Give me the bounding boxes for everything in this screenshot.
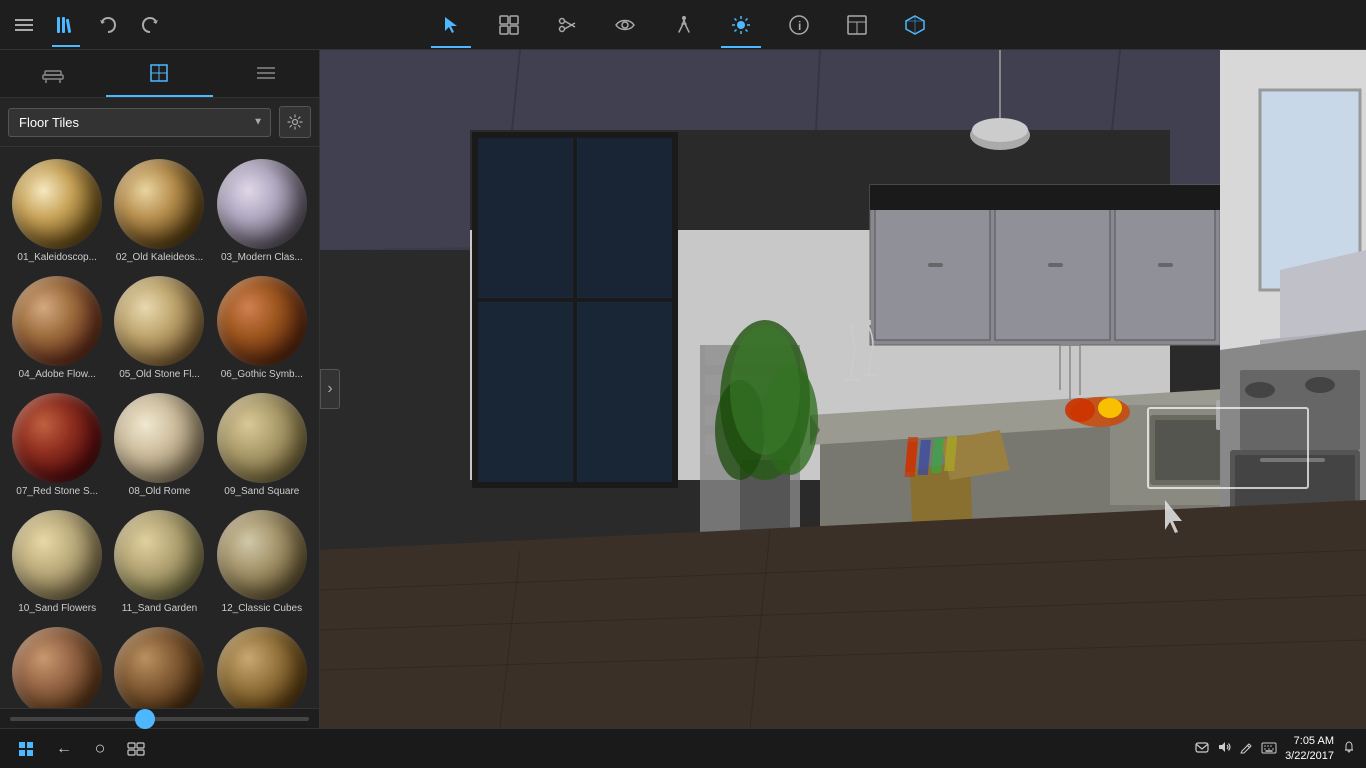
material-label-9: 09_Sand Square xyxy=(224,486,299,498)
material-item-4[interactable]: 04_Adobe Flow... xyxy=(8,272,106,385)
material-item-5[interactable]: 05_Old Stone Fl... xyxy=(110,272,208,385)
material-item-2[interactable]: 02_Old Kaleideos... xyxy=(110,155,208,268)
category-dropdown[interactable]: Floor Tiles xyxy=(8,108,271,137)
volume-icon[interactable] xyxy=(1217,740,1231,757)
material-label-11: 11_Sand Garden xyxy=(122,603,197,615)
material-sphere-7 xyxy=(12,393,102,483)
material-item-6[interactable]: 06_Gothic Symb... xyxy=(213,272,311,385)
material-item-8[interactable]: 08_Old Rome xyxy=(110,389,208,502)
hamburger-menu-icon[interactable] xyxy=(10,11,38,39)
material-sphere-13 xyxy=(12,627,102,708)
search-button[interactable]: ○ xyxy=(86,735,114,763)
main-layout: Floor Tiles 01_Kaleidoscop... 02_Old Kal… xyxy=(0,50,1366,728)
material-sphere-10 xyxy=(12,510,102,600)
pen-icon[interactable] xyxy=(1239,740,1253,757)
viewport[interactable]: › xyxy=(320,50,1366,728)
tab-materials[interactable] xyxy=(106,50,212,97)
undo-icon[interactable] xyxy=(94,11,122,39)
scissors-tool-icon[interactable] xyxy=(552,10,582,40)
notification-icon[interactable] xyxy=(1195,740,1209,757)
material-sphere-1 xyxy=(12,159,102,249)
eye-tool-icon[interactable] xyxy=(610,10,640,40)
material-sphere-8 xyxy=(114,393,204,483)
material-item-7[interactable]: 07_Red Stone S... xyxy=(8,389,106,502)
material-label-8: 08_Old Rome xyxy=(129,486,191,498)
clock-time: 7:05 AM xyxy=(1294,734,1334,748)
kitchen-scene-svg xyxy=(320,50,1366,728)
material-label-12: 12_Classic Cubes xyxy=(222,603,303,615)
material-item-12[interactable]: 12_Classic Cubes xyxy=(213,506,311,619)
material-sphere-4 xyxy=(12,276,102,366)
material-item-11[interactable]: 11_Sand Garden xyxy=(110,506,208,619)
keyboard-icon[interactable] xyxy=(1261,741,1277,757)
material-sphere-5 xyxy=(114,276,204,366)
material-item-13[interactable]: 13_Classic Ashlar xyxy=(8,623,106,708)
sidebar: Floor Tiles 01_Kaleidoscop... 02_Old Kal… xyxy=(0,50,320,728)
material-item-1[interactable]: 01_Kaleidoscop... xyxy=(8,155,106,268)
material-label-7: 07_Red Stone S... xyxy=(16,486,98,498)
top-toolbar: i xyxy=(0,0,1366,50)
settings-icon-button[interactable] xyxy=(279,106,311,138)
category-bar: Floor Tiles xyxy=(0,98,319,147)
material-item-10[interactable]: 10_Sand Flowers xyxy=(8,506,106,619)
left-toolbar-icons xyxy=(10,11,164,39)
cube3d-tool-icon[interactable] xyxy=(900,10,930,40)
info-tool-icon[interactable]: i xyxy=(784,10,814,40)
library-icon[interactable] xyxy=(52,11,80,39)
svg-text:i: i xyxy=(798,19,801,33)
category-dropdown-wrapper: Floor Tiles xyxy=(8,108,271,137)
expand-icon: › xyxy=(327,380,332,398)
material-sphere-12 xyxy=(217,510,307,600)
material-label-3: 03_Modern Clas... xyxy=(221,252,303,264)
material-label-10: 10_Sand Flowers xyxy=(18,603,96,615)
tab-list[interactable] xyxy=(213,50,319,97)
back-button[interactable]: ← xyxy=(50,735,78,763)
clock-date: 3/22/2017 xyxy=(1285,749,1334,763)
sidebar-scrollbar xyxy=(0,708,319,728)
material-grid: 01_Kaleidoscop... 02_Old Kaleideos... 03… xyxy=(0,147,319,708)
scroll-thumb[interactable] xyxy=(135,709,155,729)
material-label-2: 02_Old Kaleideos... xyxy=(116,252,203,264)
group-tool-icon[interactable] xyxy=(494,10,524,40)
material-label-4: 04_Adobe Flow... xyxy=(19,369,96,381)
start-button[interactable] xyxy=(10,733,42,765)
expand-viewport-button[interactable]: › xyxy=(320,369,340,409)
tab-furniture[interactable] xyxy=(0,50,106,97)
cursor-tool-icon[interactable] xyxy=(436,10,466,40)
walk-tool-icon[interactable] xyxy=(668,10,698,40)
scroll-track[interactable] xyxy=(10,717,309,721)
material-sphere-14 xyxy=(114,627,204,708)
material-sphere-11 xyxy=(114,510,204,600)
material-sphere-15 xyxy=(217,627,307,708)
redo-icon[interactable] xyxy=(136,11,164,39)
window-tool-icon[interactable] xyxy=(842,10,872,40)
material-sphere-6 xyxy=(217,276,307,366)
center-toolbar: i xyxy=(436,10,930,40)
material-label-1: 01_Kaleidoscop... xyxy=(17,252,97,264)
material-sphere-2 xyxy=(114,159,204,249)
notification-bell-icon[interactable] xyxy=(1342,740,1356,757)
material-item-14[interactable]: 14_Sand Classic xyxy=(110,623,208,708)
material-label-6: 06_Gothic Symb... xyxy=(221,369,303,381)
taskbar: ← ○ xyxy=(0,728,1366,768)
material-label-5: 05_Old Stone Fl... xyxy=(119,369,200,381)
sun-tool-icon[interactable] xyxy=(726,10,756,40)
sidebar-tabs xyxy=(0,50,319,98)
material-item-9[interactable]: 09_Sand Square xyxy=(213,389,311,502)
material-sphere-3 xyxy=(217,159,307,249)
material-sphere-9 xyxy=(217,393,307,483)
task-view-button[interactable] xyxy=(122,735,150,763)
clock-display: 7:05 AM 3/22/2017 xyxy=(1285,734,1334,763)
material-item-15[interactable]: 15_Classic Old C... xyxy=(213,623,311,708)
material-item-3[interactable]: 03_Modern Clas... xyxy=(213,155,311,268)
system-tray: 7:05 AM 3/22/2017 xyxy=(1195,734,1356,763)
